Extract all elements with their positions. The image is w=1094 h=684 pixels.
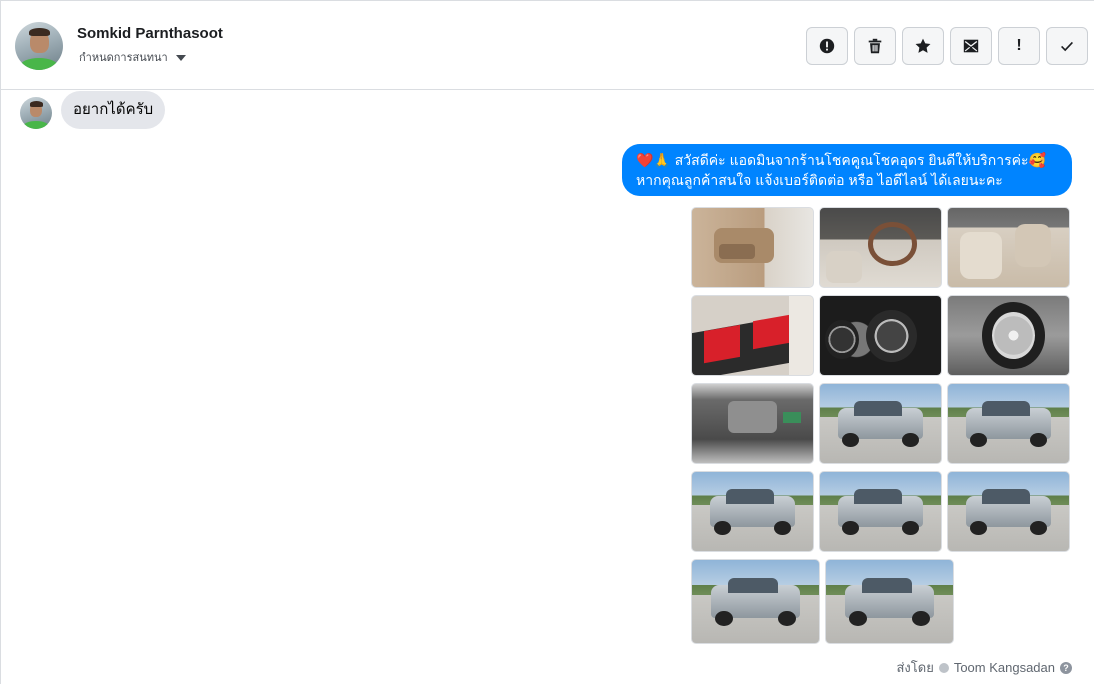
mark-unread-button[interactable] (950, 27, 992, 65)
sent-by-name[interactable]: Toom Kangsadan (954, 660, 1055, 675)
delete-button[interactable] (854, 27, 896, 65)
contact-name[interactable]: Somkid Parnthasoot (77, 25, 223, 42)
truck-rear-photo[interactable] (947, 383, 1070, 464)
sent-by-label: ส่งโดย (896, 660, 934, 675)
toolbar: ! (806, 27, 1088, 65)
wheel-photo[interactable] (947, 295, 1070, 376)
truck-front-angle-photo[interactable] (825, 559, 954, 644)
truck-rear-left-photo[interactable] (819, 471, 942, 552)
envelope-icon (963, 39, 979, 53)
verified-dot-icon (938, 662, 949, 673)
sender-avatar[interactable] (20, 97, 52, 129)
mark-spam-button[interactable] (806, 27, 848, 65)
truck-side-photo[interactable] (691, 471, 814, 552)
gauge-cluster-photo[interactable] (819, 295, 942, 376)
contact-avatar[interactable] (15, 22, 63, 70)
outgoing-message-line: หากคุณลูกค้าสนใจ แจ้งเบอร์ติดต่อ หรือ ไอ… (636, 172, 1003, 188)
outgoing-message: ❤️🙏 สวัสดีค่ะ แอดมินจากร้านโชคคูณโชคอุดร… (622, 144, 1072, 196)
star-icon (915, 38, 931, 53)
truck-front-photo[interactable] (691, 559, 820, 644)
star-button[interactable] (902, 27, 944, 65)
mark-important-button[interactable]: ! (998, 27, 1040, 65)
incoming-message: อยากได้ครับ (61, 91, 166, 129)
help-icon[interactable]: ? (1060, 661, 1072, 674)
sent-by-info: ส่งโดย Toom Kangsadan ? (896, 657, 1072, 678)
front-seats-photo[interactable] (947, 207, 1070, 288)
assign-conversation-label: กำหนดการสนทนา (79, 52, 168, 64)
mark-done-button[interactable] (1046, 27, 1088, 65)
caret-down-icon (175, 54, 186, 61)
steering-wheel-photo[interactable] (819, 207, 942, 288)
engine-bay-photo[interactable] (691, 383, 814, 464)
exclamation-circle-icon (819, 38, 835, 54)
truck-front-left-photo[interactable] (819, 383, 942, 464)
door-panel-photo[interactable] (691, 207, 814, 288)
red-seat-photo[interactable] (691, 295, 814, 376)
truck-rear-right-photo[interactable] (947, 471, 1070, 552)
outgoing-message-line: ❤️🙏 สวัสดีค่ะ แอดมินจากร้านโชคคูณโชคอุดร… (636, 152, 1046, 168)
assign-conversation-dropdown[interactable]: กำหนดการสนทนา (79, 48, 186, 66)
conversation-header: Somkid Parnthasoot กำหนดการสนทนา ! (1, 1, 1094, 90)
trash-icon (868, 38, 882, 54)
exclamation-icon: ! (1016, 37, 1022, 54)
checkmark-icon (1061, 41, 1073, 52)
